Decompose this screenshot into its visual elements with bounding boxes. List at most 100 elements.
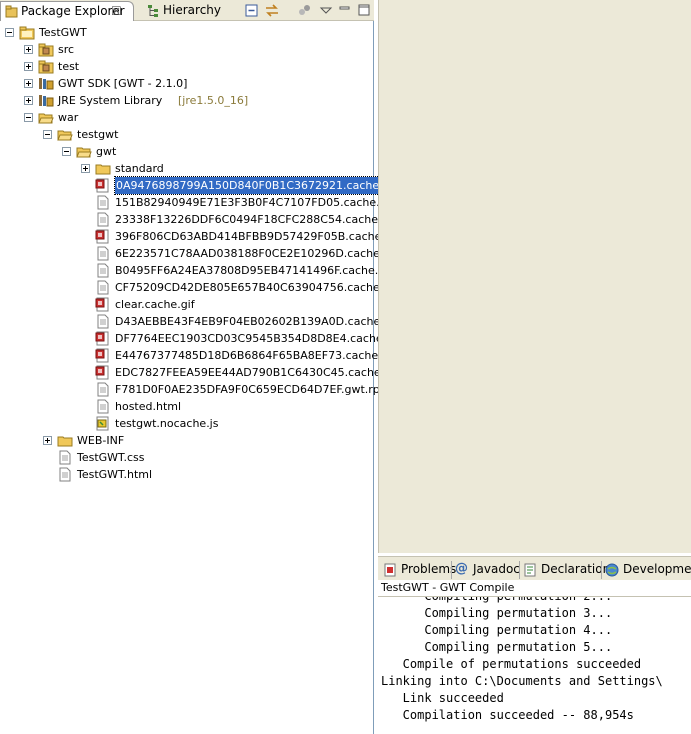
tree-item-label: EDC7827FEEA59EE44AD790B1C6430C45.cache.p…	[115, 366, 406, 379]
tree-item[interactable]: TestGWT.css	[0, 449, 372, 466]
tree-item[interactable]: war	[0, 109, 372, 126]
tree-item-label: 6E223571C78AAD038188F0CE2E10296D.cache.h…	[115, 247, 409, 260]
collapse-icon[interactable]	[5, 28, 14, 37]
expand-icon[interactable]	[24, 62, 33, 71]
tree-item[interactable]: CF75209CD42DE805E657B40C63904756.cache.h…	[0, 279, 408, 296]
problems-icon	[384, 563, 396, 577]
tree-item[interactable]: F781D0F0AE235DFA9F0C659ECD64D7EF.gwt.rpc	[0, 381, 386, 398]
tab-package-explorer-label: Package Explorer	[21, 4, 125, 18]
tree-item[interactable]: 0A9476898799A150D840F0B1C3672921.cache.p…	[0, 176, 406, 195]
image-file-icon	[95, 229, 109, 244]
tab-problems[interactable]: Problems	[380, 559, 456, 581]
text-file-icon	[97, 195, 109, 210]
view-menu-icon[interactable]	[318, 3, 334, 18]
expand-icon[interactable]	[43, 436, 52, 445]
library-icon	[39, 78, 54, 90]
tab-declaration[interactable]: Declaration	[520, 559, 610, 581]
library-icon	[39, 95, 54, 107]
console-line: Compilation succeeded -- 88,954s	[381, 708, 634, 722]
tab-package-explorer[interactable]: Package Explorer ☒	[0, 1, 134, 21]
tab-javadoc[interactable]: @ Javadoc	[452, 559, 520, 581]
tree-item-decoration: [jre1.5.0_16]	[178, 94, 249, 107]
console-line: Compiling permutation 2...	[381, 597, 612, 605]
tree-item[interactable]: JRE System Library [jre1.5.0_16]	[0, 92, 372, 109]
development-mode-icon	[605, 563, 619, 577]
maximize-icon[interactable]	[356, 3, 372, 18]
javadoc-icon: @	[455, 561, 468, 576]
tree-item[interactable]: 396F806CD63ABD414BFBB9D57429F05B.cache.p…	[0, 228, 406, 245]
tree-item[interactable]: src	[0, 41, 372, 58]
console-line: Compiling permutation 5...	[381, 640, 613, 654]
tree-item-label: E44767377485D18D6B6864F65BA8EF73.cache.p…	[115, 349, 403, 362]
project-icon	[19, 26, 35, 40]
minimize-icon[interactable]	[337, 3, 353, 18]
folder-icon	[57, 436, 73, 447]
close-icon[interactable]: ☒	[111, 2, 122, 21]
collapse-icon[interactable]	[62, 147, 71, 156]
expand-icon[interactable]	[24, 79, 33, 88]
collapse-icon[interactable]	[43, 130, 52, 139]
tree-item[interactable]: standard	[0, 160, 372, 177]
folder-open-icon	[57, 130, 73, 141]
console-line: Link succeeded	[381, 691, 504, 705]
text-file-icon	[59, 467, 71, 482]
tree-item-label: 151B82940949E71E3F3B0F4C7107FD05.cache.h…	[115, 196, 405, 209]
expand-icon[interactable]	[81, 164, 90, 173]
tree-item[interactable]: 23338F13226DDF6C0494F18CFC288C54.cache.h…	[0, 211, 407, 228]
tree-item-label: TestGWT	[39, 26, 87, 39]
tree-item[interactable]: DF7764EEC1903CD03C9545B354D8D8E4.cache.p…	[0, 330, 407, 347]
tree-item[interactable]: gwt	[0, 143, 372, 160]
image-file-icon	[95, 178, 109, 193]
tree-item-label: TestGWT.html	[77, 468, 153, 481]
tree-item[interactable]: TestGWT	[0, 24, 372, 41]
tree-item[interactable]: E44767377485D18D6B6864F65BA8EF73.cache.p…	[0, 347, 403, 364]
console-line: Compiling permutation 4...	[381, 623, 613, 637]
tree-item[interactable]: 151B82940949E71E3F3B0F4C7107FD05.cache.h…	[0, 194, 405, 211]
package-explorer-tabbar: Package Explorer ☒ Hierarchy	[0, 0, 374, 21]
focus-task-icon[interactable]	[297, 3, 313, 18]
text-file-icon	[97, 382, 109, 397]
console-line: Compiling permutation 3...	[381, 606, 613, 620]
tree-item[interactable]: testgwt	[0, 126, 372, 143]
bottom-tabbar: Problems @ Javadoc Declaration Developme…	[378, 556, 691, 580]
tree-item-label: hosted.html	[115, 400, 182, 413]
js-file-icon	[96, 416, 109, 431]
tree-item[interactable]: testgwt.nocache.js	[0, 415, 372, 432]
tab-development-mode-label: Development M	[623, 562, 691, 576]
link-with-editor-icon[interactable]	[264, 3, 280, 18]
text-file-icon	[97, 212, 109, 227]
tree-item[interactable]: TestGWT.html	[0, 466, 372, 483]
expand-icon[interactable]	[24, 96, 33, 105]
tree-item[interactable]: GWT SDK [GWT - 2.1.0]	[0, 75, 372, 92]
console-output[interactable]: Compiling permutation 2... Compiling per…	[378, 597, 691, 734]
tab-javadoc-label: Javadoc	[473, 562, 520, 576]
tree-item[interactable]: clear.cache.gif	[0, 296, 372, 313]
tree-item-label: src	[58, 43, 75, 56]
tree-item-label: WEB-INF	[77, 434, 125, 447]
tree-item[interactable]: WEB-INF	[0, 432, 372, 449]
collapse-all-icon[interactable]	[244, 3, 260, 18]
tree-item-label: 23338F13226DDF6C0494F18CFC288C54.cache.h…	[115, 213, 407, 226]
image-file-icon	[95, 331, 109, 346]
collapse-icon[interactable]	[24, 113, 33, 122]
tab-hierarchy-label: Hierarchy	[163, 3, 222, 17]
package-folder-icon	[38, 60, 54, 74]
tab-development-mode[interactable]: Development M	[602, 559, 691, 581]
image-file-icon	[95, 348, 109, 363]
tab-hierarchy[interactable]: Hierarchy	[143, 1, 221, 21]
tree-item[interactable]: D43AEBBE43F4EB9F04EB02602B139A0D.cache.h…	[0, 313, 409, 330]
tree-item[interactable]: 6E223571C78AAD038188F0CE2E10296D.cache.h…	[0, 245, 408, 262]
tree-item-label: B0495FF6A24EA37808D95EB47141496F.cache.h…	[115, 264, 404, 277]
folder-icon	[95, 164, 111, 175]
tree-item[interactable]: test	[0, 58, 372, 75]
package-folder-icon	[38, 43, 54, 57]
text-file-icon	[97, 263, 109, 278]
tree-item[interactable]: B0495FF6A24EA37808D95EB47141496F.cache.h…	[0, 262, 403, 279]
tree-item[interactable]: hosted.html	[0, 398, 372, 415]
tree-item-label: test	[58, 60, 80, 73]
tree-item[interactable]: EDC7827FEEA59EE44AD790B1C6430C45.cache.p…	[0, 364, 405, 381]
tree-item-label: GWT SDK [GWT - 2.1.0]	[58, 77, 188, 90]
folder-open-icon	[76, 147, 92, 158]
text-file-icon	[97, 399, 109, 414]
expand-icon[interactable]	[24, 45, 33, 54]
